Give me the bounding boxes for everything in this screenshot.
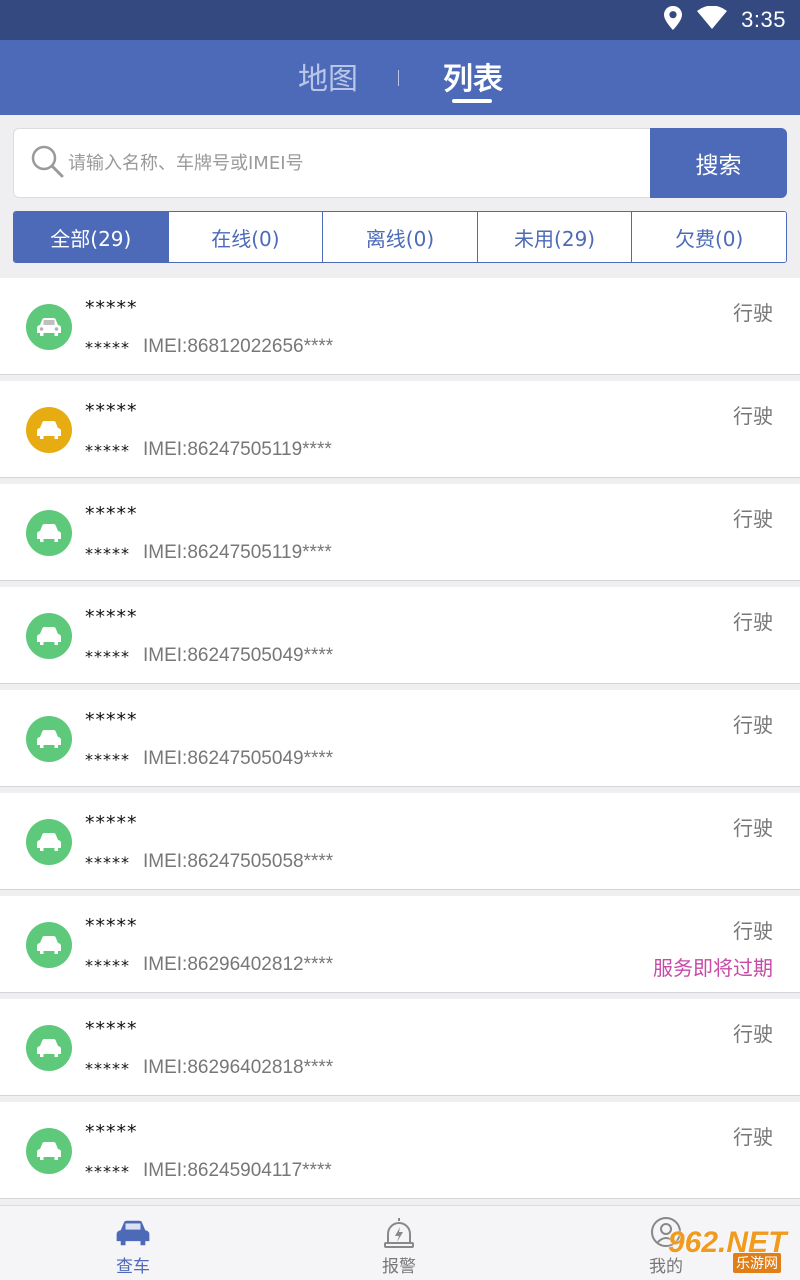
vehicle-status: 行驶 (733, 1125, 773, 1149)
vehicle-imei: IMEI:86812022656**** (143, 336, 334, 357)
vehicle-name: ***** (85, 1018, 138, 1040)
status-time: 3:35 (741, 7, 786, 32)
vehicle-row[interactable]: ***** ***** IMEI:86812022656**** 行驶 (0, 278, 800, 375)
car-icon (113, 1216, 153, 1250)
filter-offline[interactable]: 离线(0) (322, 212, 477, 262)
car-icon (26, 922, 72, 968)
vehicle-row[interactable]: ***** ***** IMEI:86247505049**** 行驶 (0, 587, 800, 684)
service-expiring-warning: 服务即将过期 (653, 956, 773, 980)
vehicle-plate: ***** (85, 647, 130, 666)
car-icon (26, 819, 72, 865)
filter-unused[interactable]: 未用(29) (476, 212, 632, 262)
vehicle-name: ***** (85, 297, 138, 319)
vehicle-imei: IMEI:86296402818**** (143, 1057, 334, 1078)
car-icon (26, 716, 72, 762)
wifi-icon (697, 5, 728, 34)
vehicle-name: ***** (85, 709, 138, 731)
vehicle-status: 行驶 (733, 507, 773, 531)
vehicle-status: 行驶 (733, 610, 773, 634)
filter-segments: 全部(29) 在线(0) 离线(0) 未用(29) 欠费(0) (13, 211, 787, 263)
vehicle-status: 行驶 (733, 301, 773, 325)
vehicle-name: ***** (85, 915, 138, 937)
vehicle-row[interactable]: ***** ***** IMEI:86247505119**** 行驶 (0, 484, 800, 581)
status-bar: 3:35 (0, 0, 800, 40)
vehicle-imei: IMEI:86247505049**** (143, 748, 334, 769)
vehicle-row[interactable]: ***** ***** IMEI:86247505049**** 行驶 (0, 690, 800, 787)
vehicle-imei: IMEI:86247505119**** (143, 542, 332, 563)
vehicle-plate: ***** (85, 853, 130, 872)
vehicle-status: 行驶 (733, 713, 773, 737)
vehicle-imei: IMEI:86296402812**** (143, 954, 334, 975)
vehicle-row[interactable]: ***** ***** IMEI:86296402818**** 行驶 (0, 999, 800, 1096)
vehicle-imei: IMEI:86247505119**** (143, 439, 332, 460)
search-box (13, 128, 650, 198)
vehicle-plate: ***** (85, 441, 130, 460)
vehicle-name: ***** (85, 812, 138, 834)
vehicle-status: 行驶 (733, 816, 773, 840)
filter-arrears[interactable]: 欠费(0) (631, 212, 786, 262)
nav-item-check-car[interactable]: 查车 (78, 1206, 188, 1280)
alarm-icon (382, 1216, 416, 1250)
vehicle-row[interactable]: ***** ***** IMEI:86247505058**** 行驶 (0, 793, 800, 890)
tab-divider (398, 70, 399, 86)
search-bar: 搜索 (13, 128, 787, 198)
app-bar: 地图 列表 (0, 40, 800, 115)
vehicle-name: ***** (85, 400, 138, 422)
vehicle-status: 行驶 (733, 1022, 773, 1046)
vehicle-plate: ***** (85, 338, 130, 357)
car-icon (26, 510, 72, 556)
car-icon (26, 304, 72, 350)
vehicle-imei: IMEI:86247505058**** (143, 851, 334, 872)
filter-online[interactable]: 在线(0) (167, 212, 323, 262)
watermark-subtext: 乐游网 (733, 1253, 781, 1273)
nav-item-alarm[interactable]: 报警 (344, 1206, 454, 1280)
car-icon (26, 1025, 72, 1071)
vehicle-name: ***** (85, 1121, 138, 1143)
search-icon (30, 144, 64, 182)
filter-all[interactable]: 全部(29) (14, 212, 168, 262)
watermark-logo: 962.NET 乐游网 (668, 1226, 796, 1276)
vehicle-status: 行驶 (733, 404, 773, 428)
vehicle-imei: IMEI:86245904117**** (143, 1160, 332, 1181)
nav-label: 报警 (382, 1257, 416, 1277)
car-icon (26, 1128, 72, 1174)
car-icon (26, 613, 72, 659)
vehicle-list: ***** ***** IMEI:86812022656**** 行驶 ****… (0, 278, 800, 1204)
tab-map[interactable]: 地图 (298, 38, 358, 113)
car-icon (26, 407, 72, 453)
vehicle-plate: ***** (85, 1162, 130, 1181)
vehicle-plate: ***** (85, 544, 130, 563)
vehicle-row[interactable]: ***** ***** IMEI:86245904117**** 行驶 (0, 1102, 800, 1199)
vehicle-plate: ***** (85, 750, 130, 769)
vehicle-row[interactable]: ***** ***** IMEI:86296402812**** 行驶 服务即将… (0, 896, 800, 993)
nav-label: 查车 (116, 1257, 150, 1277)
vehicle-row[interactable]: ***** ***** IMEI:86247505119**** 行驶 (0, 381, 800, 478)
location-icon (663, 6, 683, 34)
vehicle-plate: ***** (85, 956, 130, 975)
vehicle-imei: IMEI:86247505049**** (143, 645, 334, 666)
vehicle-status: 行驶 (733, 919, 773, 943)
search-input[interactable] (68, 152, 628, 174)
vehicle-name: ***** (85, 503, 138, 525)
tab-active-indicator (452, 99, 492, 103)
vehicle-name: ***** (85, 606, 138, 628)
search-button[interactable]: 搜索 (650, 128, 787, 198)
vehicle-plate: ***** (85, 1059, 130, 1078)
